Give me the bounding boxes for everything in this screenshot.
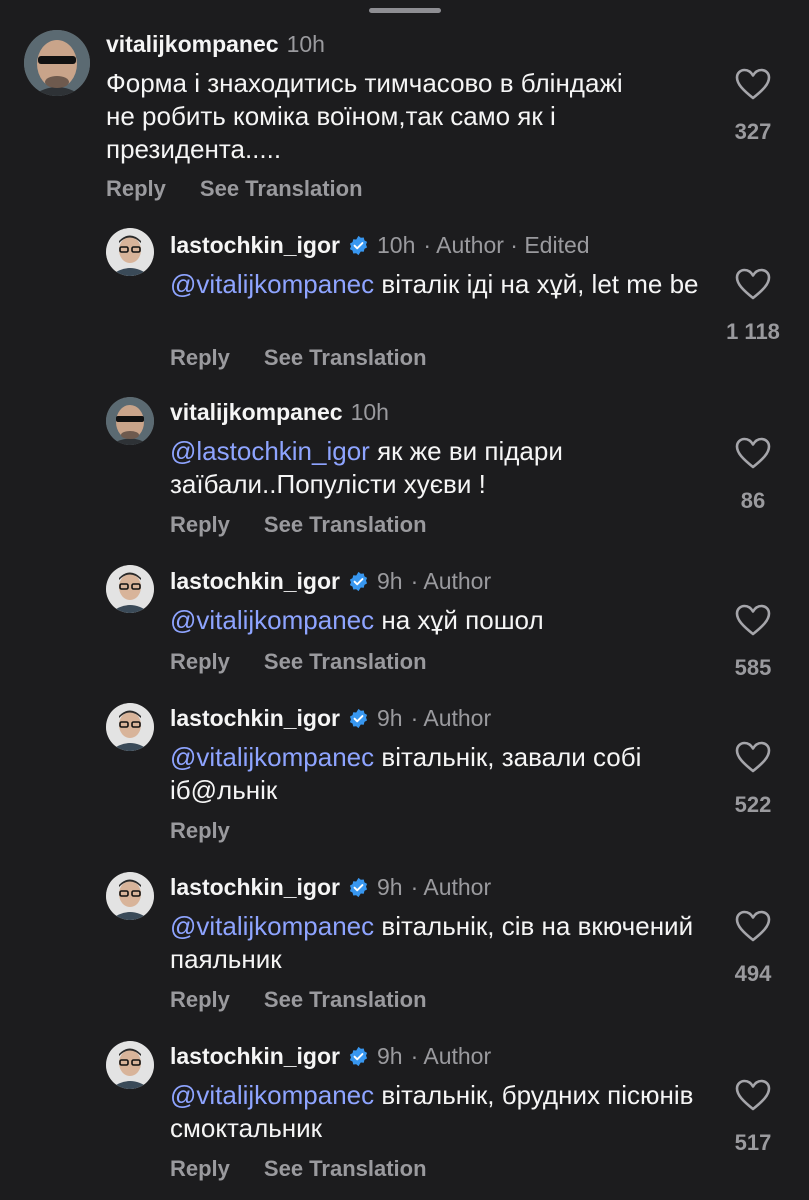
comment-body: віталік іді на хұй, let me be	[381, 269, 699, 299]
comment-text: @vitalijkompanec вітальнік, сів на вкюче…	[170, 910, 715, 976]
username[interactable]: lastochkin_igor	[170, 567, 340, 595]
reply-button[interactable]: Reply	[170, 344, 230, 372]
author-tag: · Author	[410, 705, 492, 731]
like-count: 86	[740, 488, 766, 513]
verified-badge-icon	[348, 877, 369, 898]
timestamp: 10h	[376, 232, 416, 258]
comment-actions: Reply See Translation	[170, 648, 427, 676]
comment-meta: vitalijkompanec 10h	[170, 398, 389, 426]
heart-icon[interactable]	[735, 1079, 771, 1111]
author-tag: · Author	[410, 568, 492, 594]
like-control: 1 118	[703, 268, 803, 345]
comment-meta: lastochkin_igor 9h · Author	[170, 567, 491, 595]
avatar-bald-man-sunglasses-icon[interactable]	[106, 397, 154, 445]
timestamp: 9h	[376, 1043, 403, 1069]
verified-badge-icon	[348, 1046, 369, 1067]
comment-actions: Reply See Translation	[106, 175, 363, 203]
reply-button[interactable]: Reply	[170, 986, 230, 1014]
comment-body: Форма і знаходитись тимчасово в бліндажі…	[106, 68, 623, 164]
like-control: 86	[703, 437, 803, 514]
see-translation-button[interactable]: See Translation	[264, 986, 427, 1014]
timestamp: 10h	[286, 31, 325, 57]
comment-actions: Reply See Translation	[170, 986, 427, 1014]
like-count: 517	[734, 1130, 772, 1155]
mention-link[interactable]: @vitalijkompanec	[170, 605, 374, 635]
reply-button[interactable]: Reply	[106, 175, 166, 203]
like-count: 1 118	[726, 319, 780, 344]
comment-meta: vitalijkompanec 10h	[106, 30, 325, 58]
mention-link[interactable]: @lastochkin_igor	[170, 436, 370, 466]
like-control: 585	[703, 604, 803, 681]
see-translation-button[interactable]: See Translation	[264, 1155, 427, 1183]
username[interactable]: lastochkin_igor	[170, 873, 340, 901]
comment-text: Форма і знаходитись тимчасово в бліндажі…	[106, 67, 651, 166]
comment-meta: lastochkin_igor 9h · Author	[170, 873, 491, 901]
see-translation-button[interactable]: See Translation	[264, 344, 427, 372]
reply-button[interactable]: Reply	[170, 1155, 230, 1183]
username[interactable]: vitalijkompanec	[106, 30, 279, 58]
heart-icon[interactable]	[735, 68, 771, 100]
heart-icon[interactable]	[735, 910, 771, 942]
comment-actions: Reply	[170, 817, 230, 845]
like-control: 522	[703, 741, 803, 818]
author-tag: · Author	[410, 874, 492, 900]
heart-icon[interactable]	[735, 437, 771, 469]
reply-button[interactable]: Reply	[170, 817, 230, 845]
comment-meta: lastochkin_igor 9h · Author	[170, 704, 491, 732]
comment-meta: lastochkin_igor 9h · Author	[170, 1042, 491, 1070]
comment-actions: Reply See Translation	[170, 1155, 427, 1183]
comment-text: @lastochkin_igor як же ви підари заїбали…	[170, 435, 715, 501]
see-translation-button[interactable]: See Translation	[264, 648, 427, 676]
verified-badge-icon	[348, 571, 369, 592]
comment-actions: Reply See Translation	[170, 344, 427, 372]
mention-link[interactable]: @vitalijkompanec	[170, 911, 374, 941]
comment-text: @vitalijkompanec віталік іді на хұй, let…	[170, 268, 715, 301]
mention-link[interactable]: @vitalijkompanec	[170, 269, 374, 299]
see-translation-button[interactable]: See Translation	[200, 175, 363, 203]
comment-body: на хұй пошол	[381, 605, 544, 635]
avatar-bald-man-sunglasses-icon[interactable]	[24, 30, 90, 96]
like-control: 494	[703, 910, 803, 987]
timestamp: 9h	[376, 874, 403, 900]
like-count: 585	[734, 655, 772, 680]
heart-icon[interactable]	[735, 604, 771, 636]
timestamp: 9h	[376, 705, 403, 731]
timestamp: 10h	[350, 399, 389, 425]
avatar-man-glasses-icon[interactable]	[106, 565, 154, 613]
verified-badge-icon	[348, 708, 369, 729]
avatar-man-glasses-icon[interactable]	[106, 228, 154, 276]
avatar-man-glasses-icon[interactable]	[106, 1041, 154, 1089]
like-control: 327	[703, 68, 803, 145]
mention-link[interactable]: @vitalijkompanec	[170, 1080, 374, 1110]
sheet-drag-handle[interactable]	[369, 8, 441, 13]
like-count: 522	[734, 792, 772, 817]
comment-text: @vitalijkompanec на хұй пошол	[170, 604, 715, 637]
comment-meta: lastochkin_igor 10h · Author · Edited	[170, 231, 590, 259]
avatar-man-glasses-icon[interactable]	[106, 703, 154, 751]
username[interactable]: lastochkin_igor	[170, 704, 340, 732]
author-tag: · Author · Edited	[423, 232, 590, 258]
heart-icon[interactable]	[735, 268, 771, 300]
heart-icon[interactable]	[735, 741, 771, 773]
like-count: 327	[734, 119, 772, 144]
verified-badge-icon	[348, 235, 369, 256]
username[interactable]: lastochkin_igor	[170, 1042, 340, 1070]
comment-actions: Reply See Translation	[170, 511, 427, 539]
username[interactable]: lastochkin_igor	[170, 231, 340, 259]
username[interactable]: vitalijkompanec	[170, 398, 343, 426]
timestamp: 9h	[376, 568, 403, 594]
reply-button[interactable]: Reply	[170, 648, 230, 676]
author-tag: · Author	[410, 1043, 492, 1069]
reply-button[interactable]: Reply	[170, 511, 230, 539]
avatar-man-glasses-icon[interactable]	[106, 872, 154, 920]
mention-link[interactable]: @vitalijkompanec	[170, 742, 374, 772]
comment-text: @vitalijkompanec вітальнік, завали собі …	[170, 741, 715, 807]
like-control: 517	[703, 1079, 803, 1156]
like-count: 494	[734, 961, 772, 986]
see-translation-button[interactable]: See Translation	[264, 511, 427, 539]
comment-text: @vitalijkompanec вітальнік, брудних пісю…	[170, 1079, 715, 1145]
